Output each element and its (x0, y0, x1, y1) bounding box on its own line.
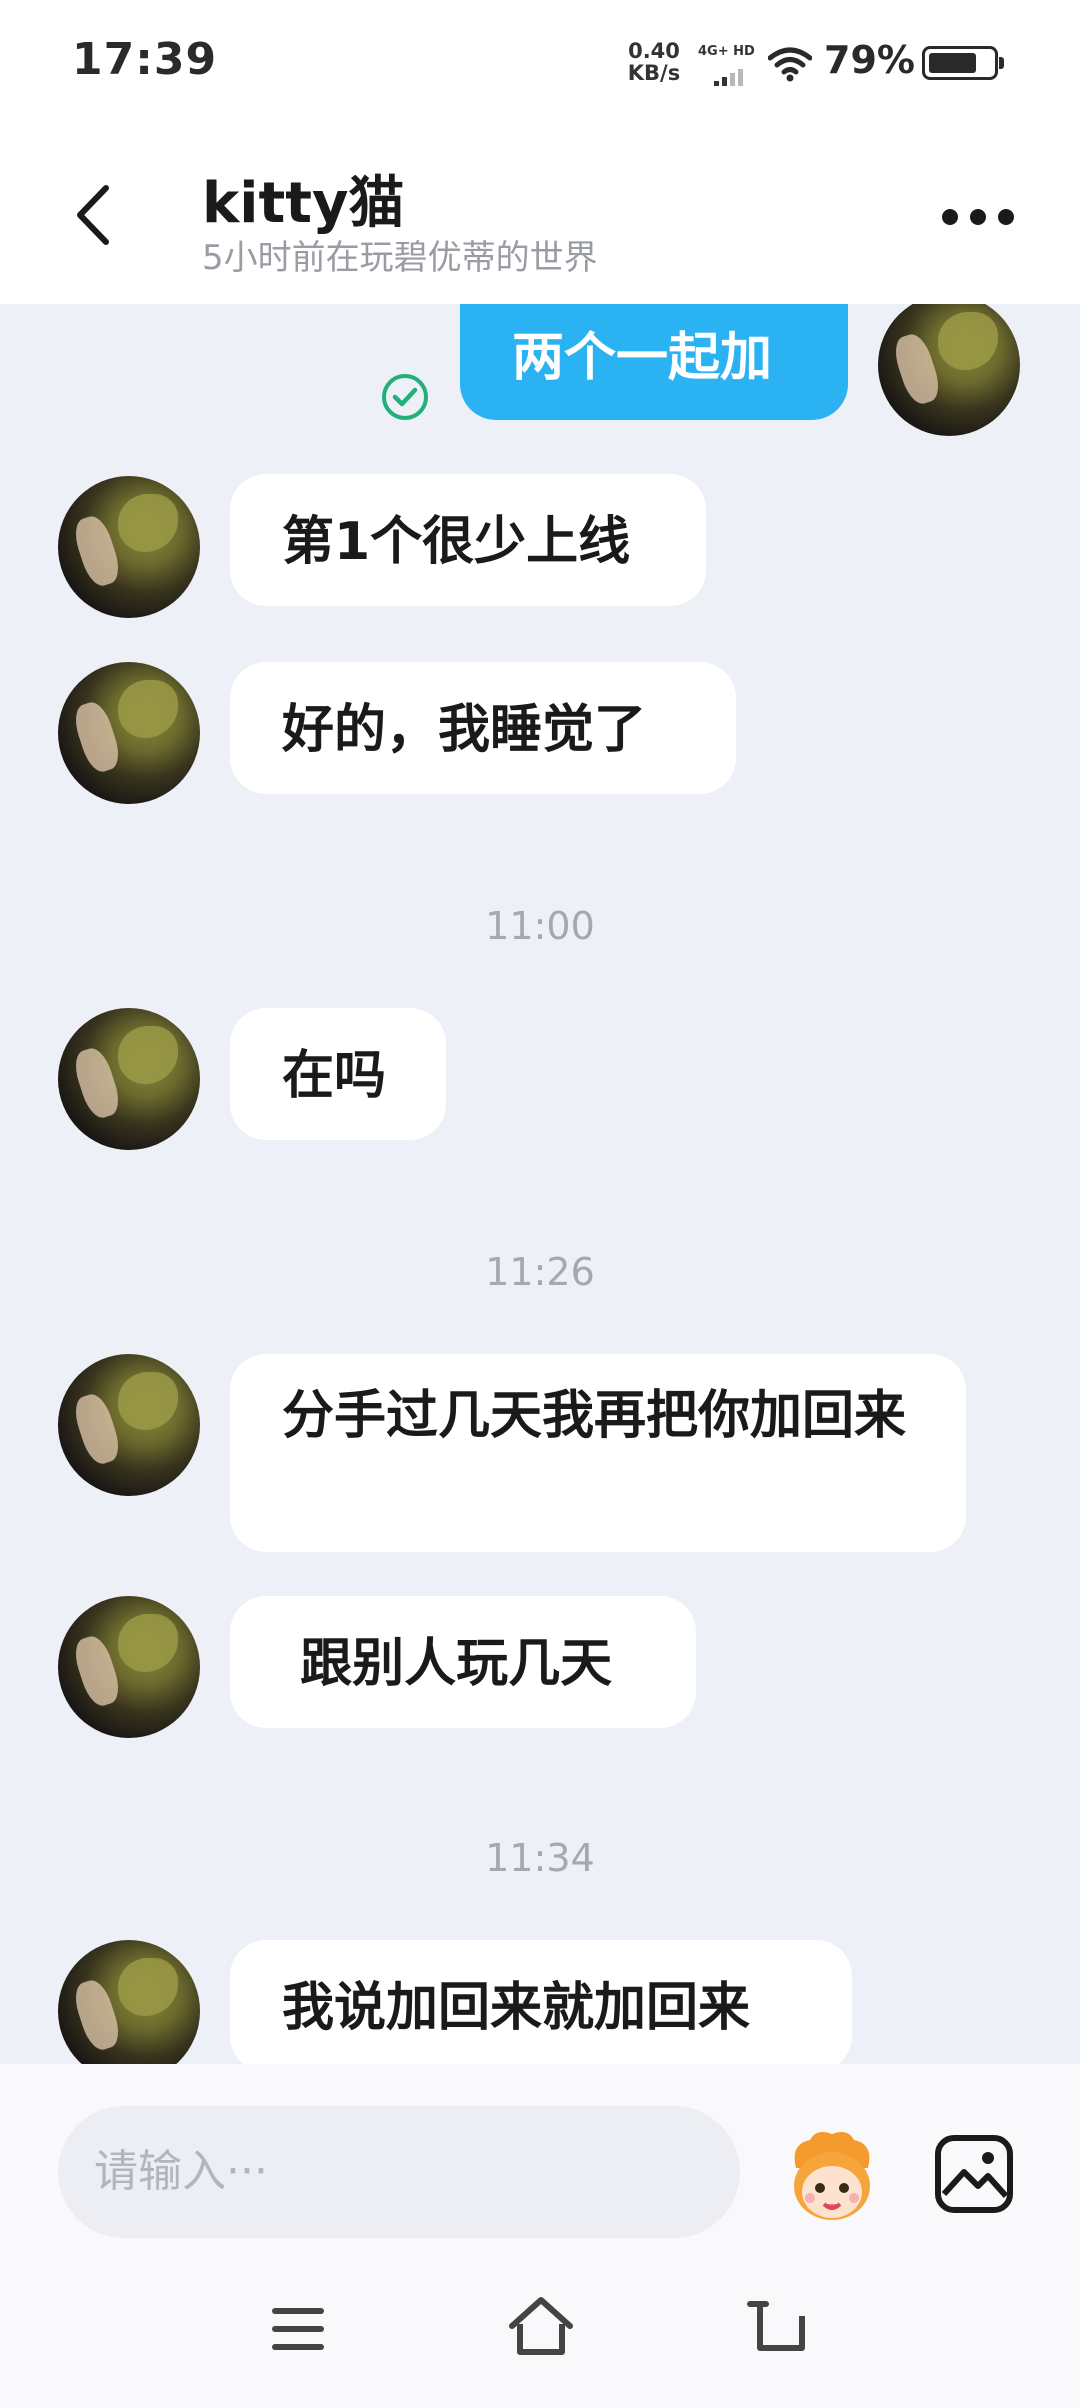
status-time: 17:39 (72, 34, 218, 85)
avatar[interactable] (58, 1940, 200, 2064)
network-speed: 0.40 KB/s (622, 40, 686, 84)
message-bubble[interactable]: 在吗 (230, 1008, 446, 1140)
contact-status: 5小时前在玩碧优蒂的世界 (202, 238, 598, 278)
timestamp: 11:00 (485, 904, 595, 948)
more-dots-icon[interactable] (938, 202, 1018, 232)
contact-name[interactable]: kitty猫 (202, 158, 404, 239)
signal-icon: 4G+ HD (698, 44, 755, 88)
message-bubble[interactable]: 第1个很少上线 (230, 474, 706, 606)
battery-percent: 79% (824, 38, 915, 82)
avatar[interactable] (58, 1596, 200, 1738)
network-type: 4G+ HD (698, 44, 755, 59)
back-icon[interactable] (746, 2296, 810, 2356)
home-icon[interactable] (506, 2294, 576, 2358)
avatar[interactable] (58, 1354, 200, 1496)
timestamp: 11:26 (485, 1250, 595, 1294)
message-input[interactable]: 请输入··· (58, 2106, 740, 2238)
message-bubble[interactable]: 分手过几天我再把你加回来 (230, 1354, 966, 1552)
message-bubble-me[interactable]: 两个一起加 (460, 304, 848, 420)
wifi-icon (768, 47, 812, 82)
avatar[interactable] (58, 1008, 200, 1150)
message-bubble[interactable]: 好的，我睡觉了 (230, 662, 736, 794)
network-speed-unit: KB/s (627, 61, 681, 85)
message-bubble[interactable]: 跟别人玩几天 (230, 1596, 696, 1728)
battery-fill (929, 53, 977, 73)
avatar[interactable] (58, 662, 200, 804)
menu-icon[interactable] (270, 2304, 326, 2354)
system-nav-bar (0, 2244, 1080, 2408)
network-speed-value: 0.40 (628, 39, 680, 63)
chevron-left-icon[interactable] (60, 180, 130, 250)
message-bubble[interactable]: 我说加回来就加回来 (230, 1940, 852, 2064)
check-circle-icon (382, 374, 428, 420)
chat-header: kitty猫 5小时前在玩碧优蒂的世界 (0, 130, 1080, 304)
avatar[interactable] (878, 304, 1020, 436)
image-icon[interactable] (934, 2134, 1014, 2214)
timestamp: 11:34 (485, 1836, 595, 1880)
message-list[interactable]: 两个一起加 第1个很少上线 好的，我睡觉了 11:00 在吗 11:26 分手过… (0, 304, 1080, 2064)
input-bar: 请输入··· (0, 2064, 1080, 2244)
mascot-emoji-icon[interactable] (780, 2124, 884, 2228)
battery-icon (922, 46, 1004, 80)
status-bar: 17:39 0.40 KB/s 4G+ HD 79% (0, 0, 1080, 130)
avatar[interactable] (58, 476, 200, 618)
